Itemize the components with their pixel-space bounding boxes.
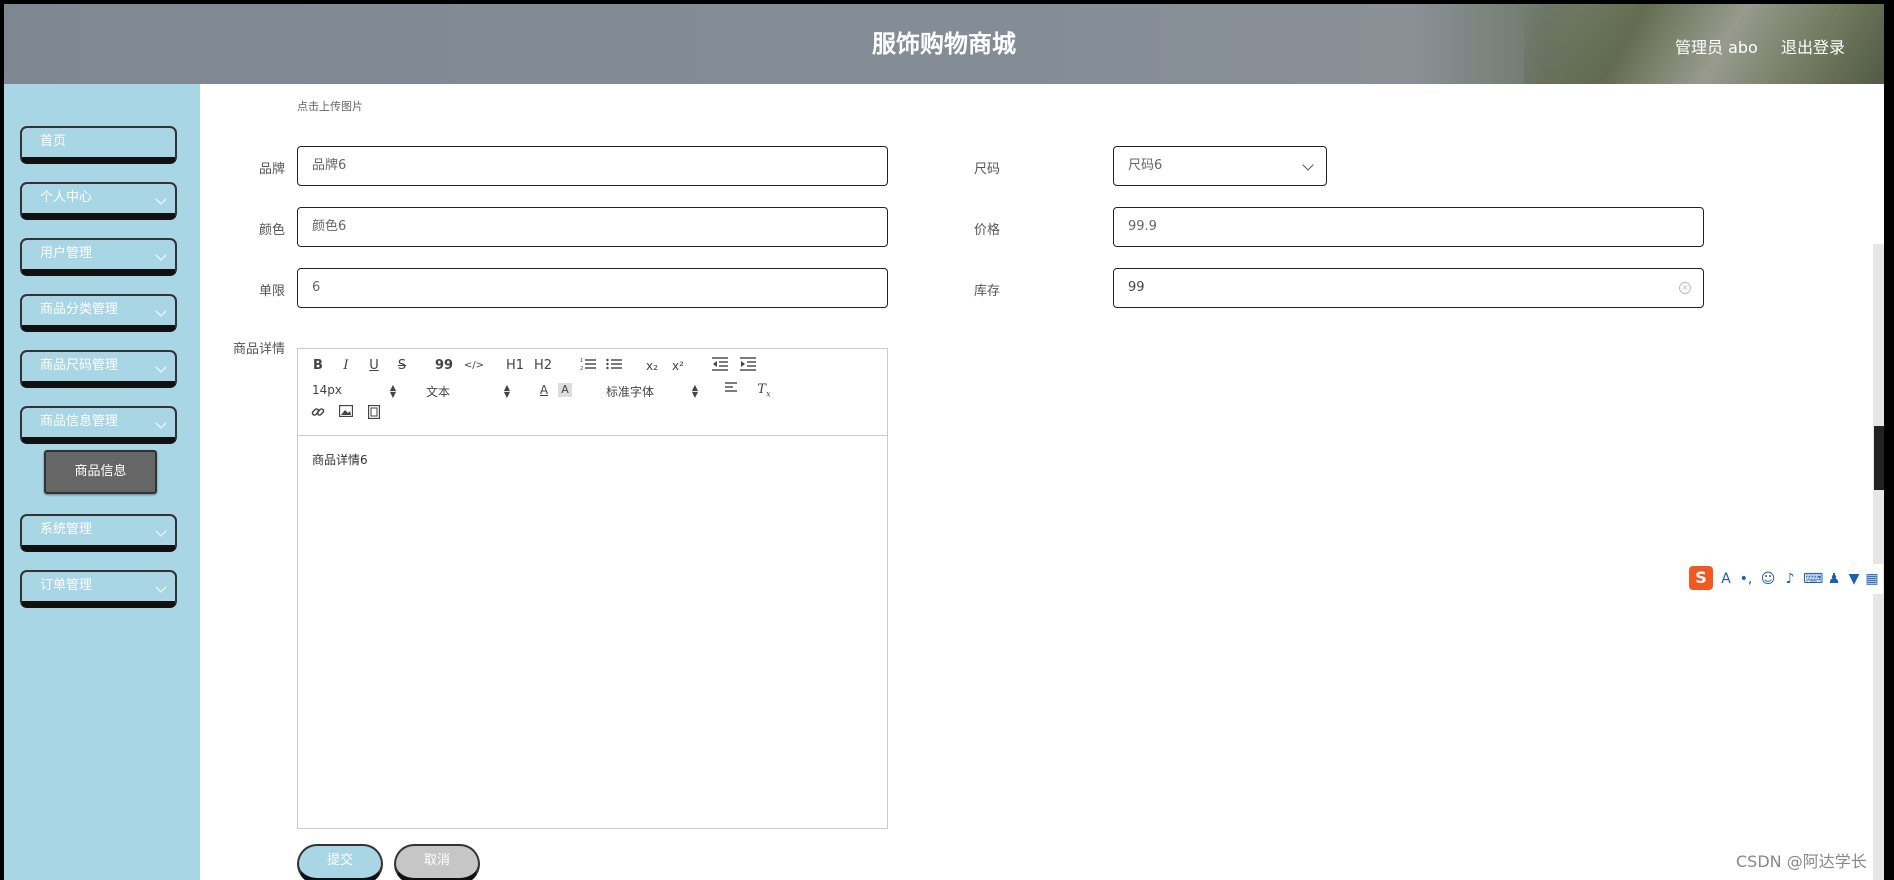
chevron-down-icon <box>155 305 167 317</box>
ime-mode-icon[interactable]: A <box>1717 570 1735 588</box>
sidebar-item-category-management[interactable]: 商品分类管理 <box>20 294 177 332</box>
sidebar-item-size-management[interactable]: 商品尺码管理 <box>20 350 177 388</box>
cancel-button[interactable]: 取消 <box>394 844 480 880</box>
current-user-label: 管理员 abo <box>1675 38 1758 57</box>
font-size-value: 14px <box>312 383 342 397</box>
h2-button[interactable]: H2 <box>532 357 554 375</box>
sidebar-item-home[interactable]: 首页 <box>20 126 177 164</box>
sidebar-item-label: 首页 <box>40 134 67 149</box>
size-select-value: 尺码6 <box>1128 158 1163 173</box>
size-label: 尺码 <box>973 162 1000 177</box>
h1-button[interactable]: H1 <box>504 357 526 375</box>
size-select[interactable]: 尺码6 <box>1113 146 1327 186</box>
limit-label: 单限 <box>258 284 285 299</box>
video-icon[interactable] <box>364 404 384 423</box>
font-family-select[interactable]: 标准字体 ▲ ▼ <box>606 383 698 400</box>
clear-format-icon[interactable]: Tx <box>754 381 774 399</box>
sidebar-item-label: 系统管理 <box>40 522 93 537</box>
price-input[interactable]: 99.9 <box>1113 207 1704 247</box>
ime-emoji-icon[interactable]: ☺ <box>1759 570 1777 588</box>
sidebar-item-system-management[interactable]: 系统管理 <box>20 514 177 552</box>
sogou-logo-icon[interactable]: S <box>1689 566 1713 590</box>
superscript-button[interactable]: x² <box>668 357 688 375</box>
brand-label: 品牌 <box>258 162 285 177</box>
main-content: 点击上传图片 品牌 品牌6 尺码 尺码6 颜色 颜色6 价格 99.9 单限 6… <box>200 84 1884 880</box>
brand-input[interactable]: 品牌6 <box>297 146 888 186</box>
blockquote-button[interactable]: 99 <box>434 357 454 375</box>
watermark: CSDN @阿达学长 <box>1736 852 1867 871</box>
svg-text:2: 2 <box>580 366 583 371</box>
chevron-down-icon <box>155 249 167 261</box>
stock-input[interactable]: 99 × <box>1113 268 1704 308</box>
sidebar-item-order-management[interactable]: 订单管理 <box>20 570 177 608</box>
sidebar-item-label: 商品尺码管理 <box>40 358 119 373</box>
rich-text-editor: B I U S 99 </> H1 H2 12 x₂ x² 14px ▲ ▼ 文… <box>297 348 888 829</box>
price-label: 价格 <box>973 223 1000 238</box>
sidebar-item-label: 商品分类管理 <box>40 302 119 317</box>
indent-icon[interactable] <box>738 357 758 375</box>
subscript-button[interactable]: x₂ <box>642 357 662 375</box>
ime-user-icon[interactable]: ♟ <box>1825 570 1843 588</box>
italic-button[interactable]: I <box>336 357 356 375</box>
list-bullet-icon[interactable] <box>604 357 624 375</box>
chevron-down-icon <box>155 361 167 373</box>
sidebar-item-product-info-management[interactable]: 商品信息管理 <box>20 406 177 444</box>
sidebar-item-label: 个人中心 <box>40 190 93 205</box>
bold-button[interactable]: B <box>308 357 328 375</box>
chevron-down-icon <box>155 417 167 429</box>
ime-toolbar: S A •, ☺ ♪ ⌨ ♟ ▼ ▦ <box>1687 564 1883 594</box>
sidebar-item-personal-center[interactable]: 个人中心 <box>20 182 177 220</box>
chevron-down-icon <box>155 193 167 205</box>
font-family-value: 标准字体 <box>606 385 655 399</box>
color-input[interactable]: 颜色6 <box>297 207 888 247</box>
stock-label: 库存 <box>973 284 1000 299</box>
detail-label: 商品详情 <box>232 342 285 357</box>
submenu-item-product-info[interactable]: 商品信息 <box>44 450 157 494</box>
submit-button[interactable]: 提交 <box>297 844 383 880</box>
chevron-updown-icon: ▲ ▼ <box>389 383 396 399</box>
ime-punctuation-icon[interactable]: •, <box>1737 570 1755 588</box>
ime-voice-icon[interactable]: ♪ <box>1781 570 1799 588</box>
text-color-icon[interactable]: A <box>534 381 554 399</box>
color-label: 颜色 <box>258 223 285 238</box>
header-format-select[interactable]: 文本 ▲ ▼ <box>426 383 510 400</box>
site-title: 服饰购物商城 <box>872 30 1016 58</box>
sidebar-item-label: 商品信息管理 <box>40 414 119 429</box>
underline-button[interactable]: U <box>364 357 384 375</box>
font-size-select[interactable]: 14px ▲ ▼ <box>312 383 396 399</box>
chevron-updown-icon: ▲ ▼ <box>691 383 698 399</box>
sidebar-item-user-management[interactable]: 用户管理 <box>20 238 177 276</box>
editor-toolbar: B I U S 99 </> H1 H2 12 x₂ x² 14px ▲ ▼ 文… <box>298 349 887 436</box>
sidebar-item-label: 用户管理 <box>40 246 93 261</box>
chevron-down-icon <box>1302 159 1314 171</box>
top-header: 服饰购物商城 管理员 abo 退出登录 <box>4 4 1884 84</box>
stock-input-value: 99 <box>1128 280 1145 295</box>
chevron-updown-icon: ▲ ▼ <box>503 383 510 399</box>
list-ordered-icon[interactable]: 12 <box>578 357 598 375</box>
background-color-icon[interactable]: A <box>558 383 572 397</box>
align-icon[interactable] <box>722 381 742 399</box>
code-block-button[interactable]: </> <box>462 357 486 375</box>
outdent-icon[interactable] <box>710 357 730 375</box>
chevron-down-icon <box>155 525 167 537</box>
ime-keyboard-icon[interactable]: ⌨ <box>1803 570 1823 588</box>
svg-text:1: 1 <box>580 358 583 364</box>
app-window: 服饰购物商城 管理员 abo 退出登录 首页 个人中心 用户管理 商品分类管理 … <box>4 4 1884 880</box>
editor-content[interactable]: 商品详情6 <box>312 451 368 468</box>
chevron-down-icon <box>155 581 167 593</box>
sidebar: 首页 个人中心 用户管理 商品分类管理 商品尺码管理 商品信息管理 商品信息 系… <box>4 84 200 880</box>
link-icon[interactable] <box>308 405 328 423</box>
limit-input[interactable]: 6 <box>297 268 888 308</box>
upload-image-hint[interactable]: 点击上传图片 <box>297 98 363 114</box>
sidebar-item-label: 订单管理 <box>40 578 93 593</box>
vertical-scrollbar[interactable] <box>1873 244 1884 880</box>
strike-button[interactable]: S <box>392 357 412 375</box>
logout-link[interactable]: 退出登录 <box>1781 34 1845 58</box>
clear-input-icon[interactable]: × <box>1679 282 1691 294</box>
ime-grid-icon[interactable]: ▦ <box>1863 570 1881 588</box>
ime-skin-icon[interactable]: ▼ <box>1845 570 1863 588</box>
header-format-value: 文本 <box>426 385 451 399</box>
side-collapse-tab[interactable] <box>1874 426 1884 490</box>
image-icon[interactable] <box>336 404 356 423</box>
